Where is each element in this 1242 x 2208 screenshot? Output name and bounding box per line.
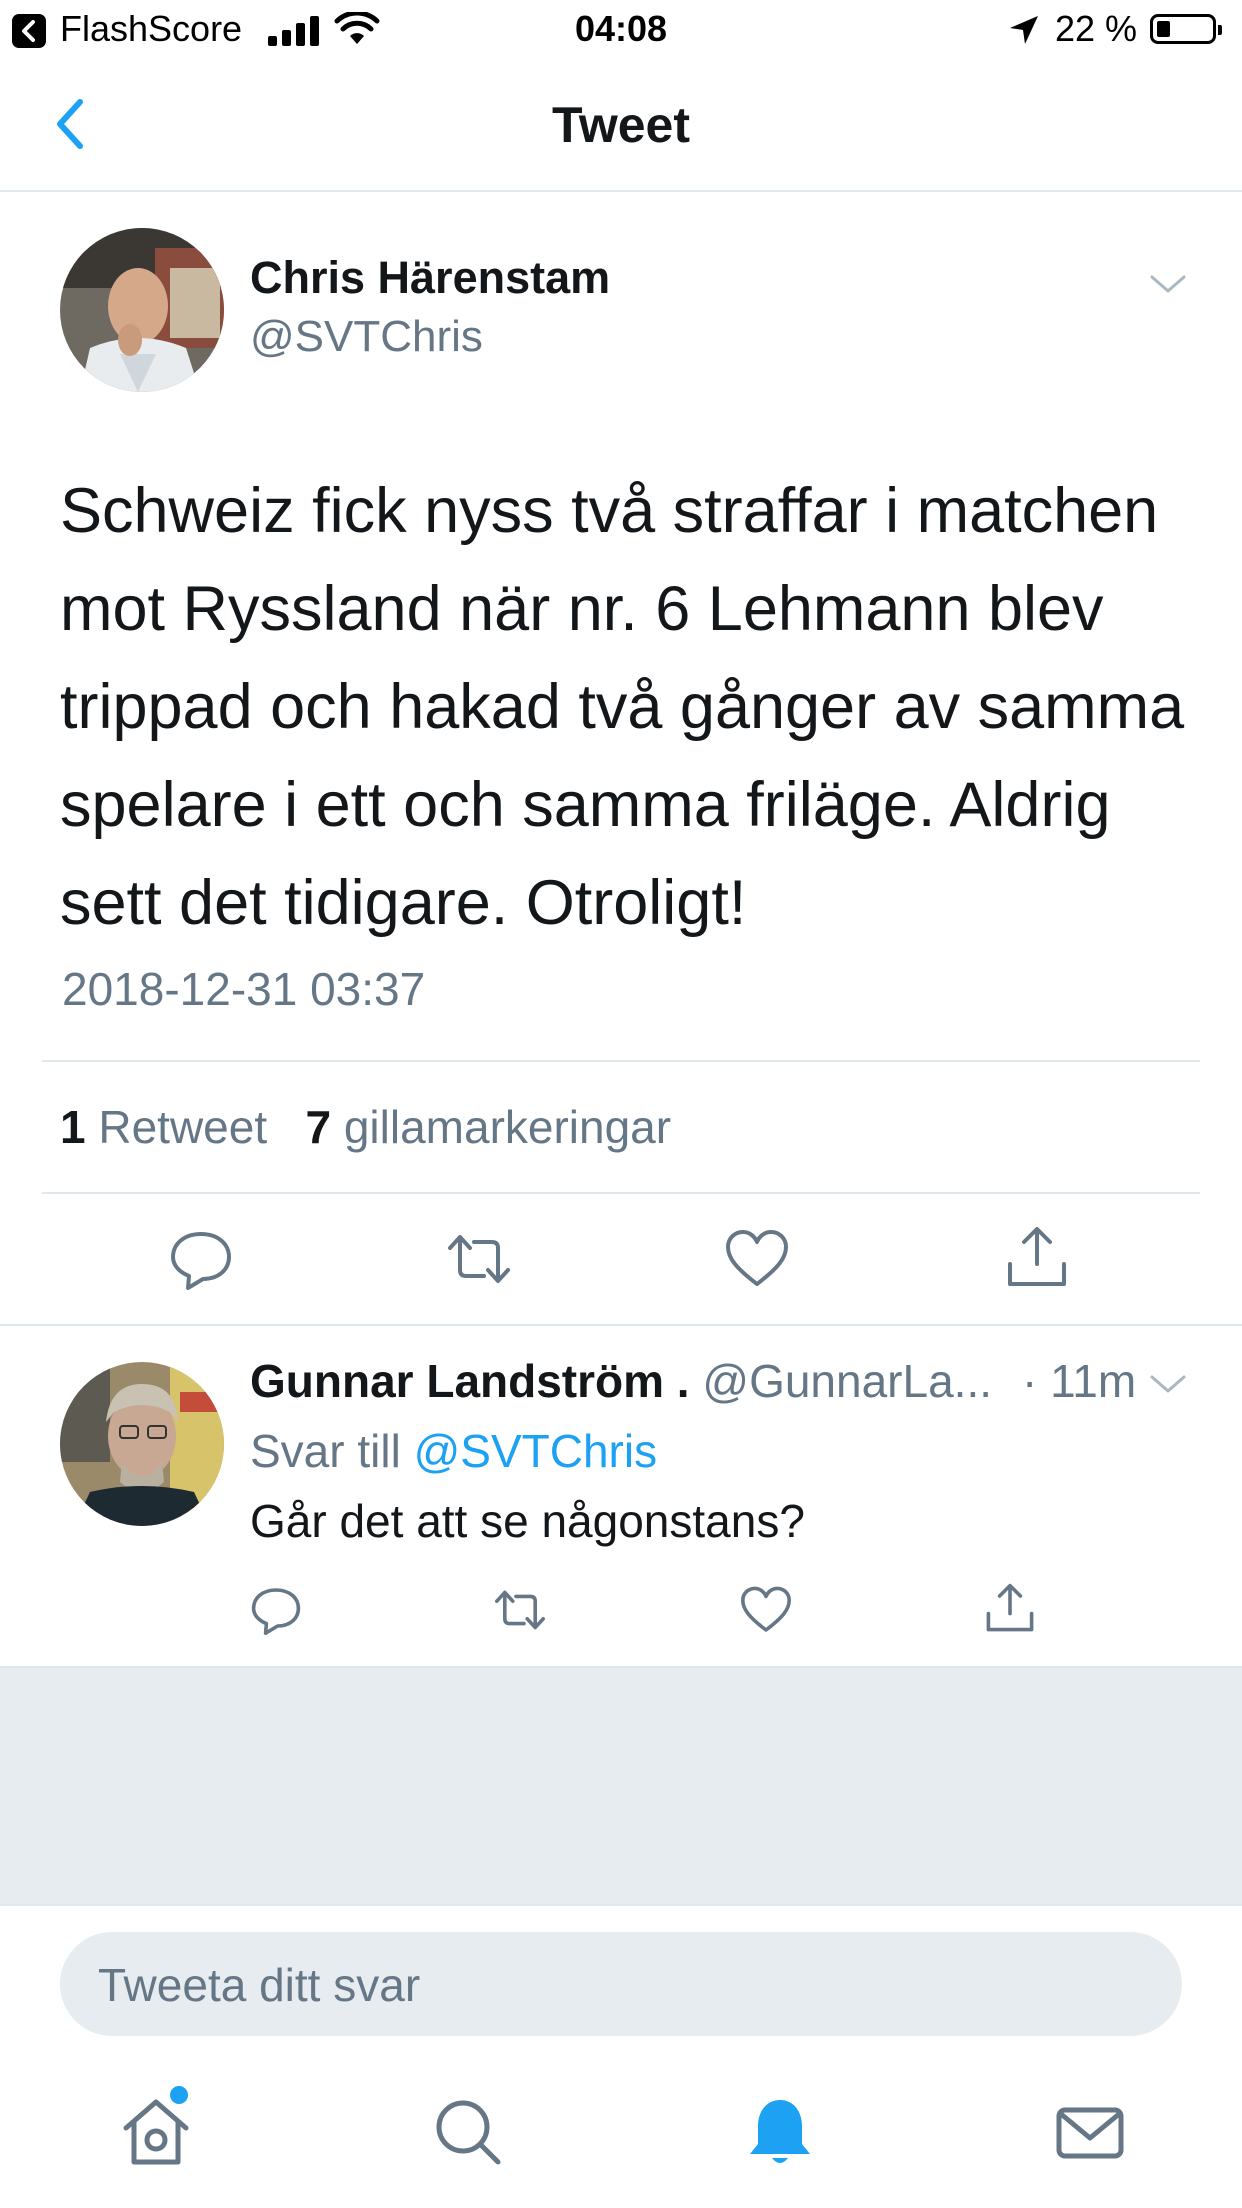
notification-dot [170,2086,188,2104]
reply-icon[interactable] [166,1224,236,1294]
like-heart-icon[interactable] [722,1224,792,1294]
page-title: Tweet [552,97,690,153]
reply-author-avatar[interactable] [60,1362,224,1526]
reply-header: Gunnar Landström . @GunnarLa... · 11m [250,1354,1150,1408]
divider [0,1324,1242,1326]
like-count: 7 [305,1101,332,1153]
retweet-count: 1 [60,1101,86,1153]
divider [42,1060,1200,1062]
battery-percent: 22 % [1055,8,1138,49]
author-handle[interactable]: @SVTChris [250,312,483,362]
reply-to-line: Svar till @SVTChris [250,1424,657,1478]
reply-to-label: Svar till [250,1425,401,1477]
reply-compose-input[interactable]: Tweeta ditt svar [60,1932,1182,2036]
tweet-text: Schweiz fick nyss två straffar i matchen… [60,476,1185,938]
divider [42,1192,1200,1194]
empty-area [0,1666,1242,1906]
home-icon[interactable] [116,2092,196,2172]
retweet-label[interactable]: Retweet [98,1101,267,1153]
reply-icon[interactable] [248,1582,304,1638]
search-icon[interactable] [428,2092,508,2172]
chevron-down-icon[interactable] [1148,1372,1188,1396]
author-name[interactable]: Chris Härenstam [250,252,610,304]
author-avatar[interactable] [60,228,224,392]
share-icon[interactable] [982,1580,1038,1636]
compose-placeholder: Tweeta ditt svar [98,1959,421,2011]
nav-bar: Tweet [0,62,1242,192]
battery-icon [1150,14,1222,44]
reply-author-handle[interactable]: @GunnarLa... [702,1355,992,1407]
location-arrow-icon [1010,16,1038,44]
chevron-down-icon[interactable] [1148,272,1188,296]
retweet-icon[interactable] [444,1224,514,1294]
tweet-timestamp: 2018-12-31 03:37 [62,963,426,1015]
reply-to-mention[interactable]: @SVTChris [414,1425,658,1477]
mail-icon[interactable] [1050,2092,1130,2172]
reply-time: · 11m [1022,1355,1137,1407]
share-icon[interactable] [1002,1222,1072,1292]
like-heart-icon[interactable] [738,1582,794,1638]
bell-icon[interactable] [740,2092,820,2172]
like-label[interactable]: gillamarkeringar [344,1101,671,1153]
reply-text: Går det att se någonstans? [250,1495,805,1547]
tweet-stats: 1 Retweet 7 gillamarkeringar [60,1100,671,1154]
retweet-icon[interactable] [492,1582,548,1638]
status-bar: FlashScore 04:08 22 % [0,0,1242,62]
reply-author-name[interactable]: Gunnar Landström . [250,1355,690,1407]
